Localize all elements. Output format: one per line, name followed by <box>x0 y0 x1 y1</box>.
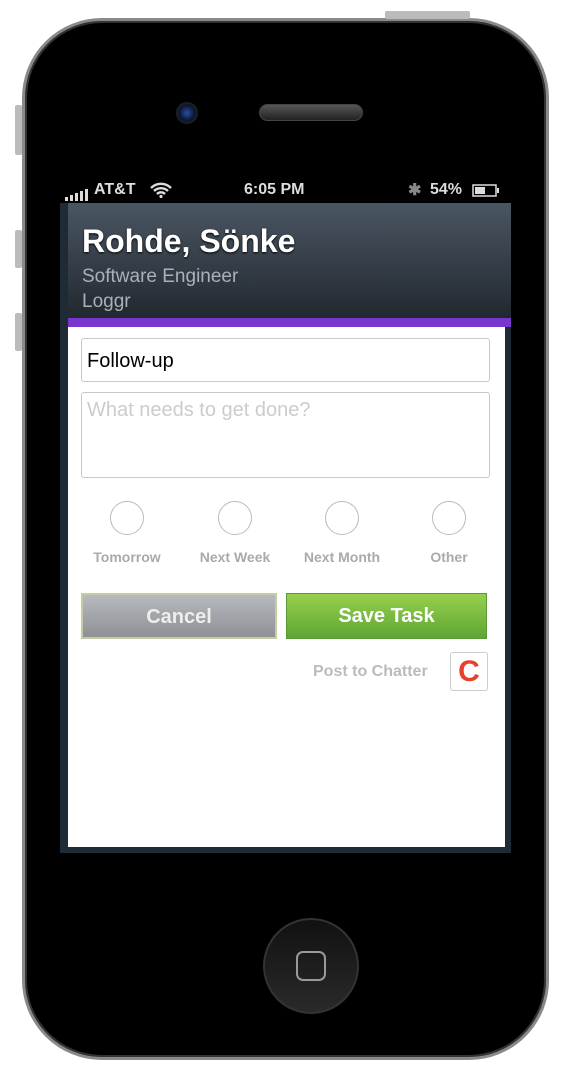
label-other: Other <box>430 549 468 565</box>
bluetooth-icon: ✱ <box>408 182 422 199</box>
contact-name: Rohde, Sönke <box>82 223 296 259</box>
camera <box>176 102 198 124</box>
volume-up-button[interactable] <box>15 230 22 268</box>
label-tomorrow: Tomorrow <box>93 549 161 565</box>
radio-other[interactable] <box>432 501 466 535</box>
mute-switch[interactable] <box>15 105 22 155</box>
battery-icon <box>472 184 500 202</box>
subject-input[interactable]: Follow-up <box>81 338 490 382</box>
speaker <box>259 104 363 121</box>
carrier: AT&T <box>94 181 136 198</box>
radio-next-week[interactable] <box>218 501 252 535</box>
post-to-chatter-label: Post to Chatter <box>313 663 428 680</box>
screen: AT&T 6:05 PM ✱ 54% Rohde, Sönke Software… <box>60 178 511 853</box>
volume-down-button[interactable] <box>15 313 22 351</box>
battery-percent: 54% <box>430 181 463 198</box>
cancel-button[interactable]: Cancel <box>81 593 277 639</box>
contact-title: Software Engineer <box>82 266 239 287</box>
save-task-button[interactable]: Save Task <box>286 593 487 639</box>
radio-next-month[interactable] <box>325 501 359 535</box>
home-button[interactable] <box>263 918 359 1014</box>
description-textarea[interactable]: What needs to get done? <box>81 392 490 478</box>
accent-bar <box>68 318 511 327</box>
status-bar: AT&T 6:05 PM ✱ 54% <box>60 178 511 203</box>
clock: 6:05 PM <box>244 181 305 198</box>
task-form: Follow-up What needs to get done? Tomorr… <box>68 327 505 847</box>
contact-company: Loggr <box>82 291 131 312</box>
home-square-icon <box>296 951 326 981</box>
power-button[interactable] <box>385 11 470 19</box>
label-next-month: Next Month <box>303 549 381 565</box>
wifi-icon <box>150 182 172 203</box>
contact-header: Rohde, Sönke Software Engineer Loggr <box>68 203 511 318</box>
radio-tomorrow[interactable] <box>110 501 144 535</box>
label-next-week: Next Week <box>199 549 271 565</box>
chatter-toggle-icon[interactable]: C <box>450 652 488 691</box>
